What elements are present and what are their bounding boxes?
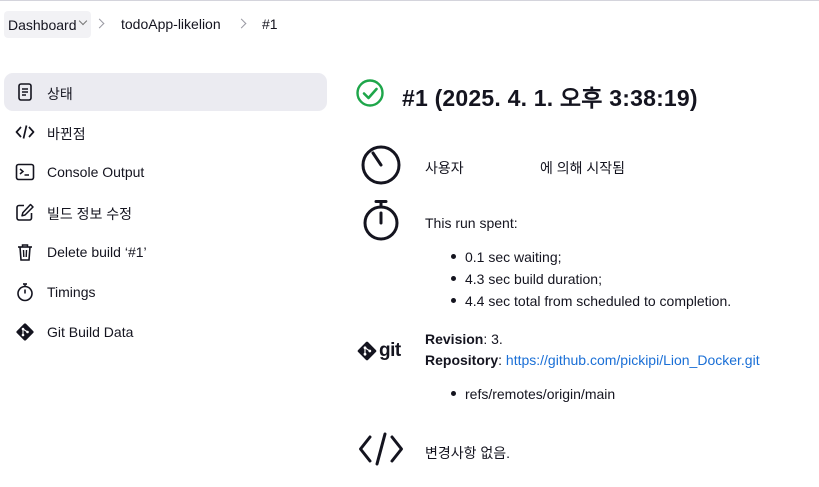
list-item: refs/remotes/origin/main	[451, 383, 615, 405]
repository-link[interactable]: https://github.com/pickipi/Lion_Docker.g…	[506, 352, 760, 368]
sidebar-item-label: Delete build ‘#1’	[47, 244, 147, 260]
sidebar-item-console-output[interactable]: Console Output	[4, 153, 327, 191]
code-icon	[359, 432, 403, 466]
git-logo-text: git	[379, 340, 401, 361]
sidebar-item-label: Console Output	[47, 164, 145, 180]
sidebar-item-label: Timings	[47, 284, 96, 300]
list-item: 0.1 sec waiting;	[451, 246, 731, 268]
breadcrumb-dashboard-label: Dashboard	[8, 16, 77, 33]
revision-row: Revision: 3.	[425, 331, 503, 347]
stopwatch-icon	[17, 283, 33, 302]
sidebar-item-delete-build[interactable]: Delete build ‘#1’	[4, 233, 327, 271]
started-by-prefix: 사용자	[425, 160, 464, 176]
success-check-icon	[356, 79, 384, 107]
sidebar-item-timings[interactable]: Timings	[4, 273, 327, 311]
timer-icon	[361, 145, 401, 185]
breadcrumb-build[interactable]: #1	[262, 16, 278, 32]
chevron-down-icon[interactable]	[78, 16, 87, 26]
breadcrumb-project[interactable]: todoApp-likelion	[121, 16, 221, 32]
repository-label: Repository	[425, 352, 499, 368]
revision-value: 3.	[491, 331, 503, 347]
chevron-right-icon	[236, 18, 247, 29]
code-icon	[15, 125, 35, 139]
changes-text: 변경사항 없음.	[425, 445, 511, 461]
timings-list: 0.1 sec waiting; 4.3 sec build duration;…	[451, 246, 731, 312]
page-title: #1 (2025. 4. 1. 오후 3:38:19)	[402, 85, 698, 111]
list-item: 4.3 sec build duration;	[451, 268, 731, 290]
trash-icon	[18, 244, 32, 261]
git-logo: git	[357, 340, 401, 362]
stopwatch-icon	[363, 200, 399, 241]
sidebar-item-label: 빌드 정보 수정	[47, 206, 133, 222]
terminal-icon	[15, 163, 35, 181]
sidebar-item-git-build-data[interactable]: Git Build Data	[4, 313, 327, 351]
refs-list: refs/remotes/origin/main	[451, 383, 615, 405]
sidebar-item-status[interactable]: 상태	[4, 73, 327, 111]
sidebar-item-edit-build-info[interactable]: 빌드 정보 수정	[4, 193, 327, 231]
sidebar-item-label: 바뀐점	[47, 126, 86, 142]
breadcrumb-dashboard[interactable]: Dashboard	[4, 11, 91, 38]
git-icon	[357, 341, 377, 361]
sidebar-item-label: 상태	[47, 86, 73, 102]
list-item: 4.4 sec total from scheduled to completi…	[451, 290, 731, 312]
chevron-right-icon	[94, 18, 105, 29]
document-icon	[18, 83, 32, 101]
git-icon	[16, 323, 34, 341]
sidebar-item-changes[interactable]: 바뀐점	[4, 113, 327, 151]
breadcrumb: Dashboard todoApp-likelion #1	[0, 0, 819, 46]
edit-icon	[16, 203, 34, 221]
run-spent-label: This run spent:	[425, 215, 518, 231]
repository-row: Repository: https://github.com/pickipi/L…	[425, 352, 760, 368]
started-by-suffix: 에 의해 시작됨	[540, 160, 626, 176]
sidebar-item-label: Git Build Data	[47, 324, 134, 340]
revision-label: Revision	[425, 331, 484, 347]
